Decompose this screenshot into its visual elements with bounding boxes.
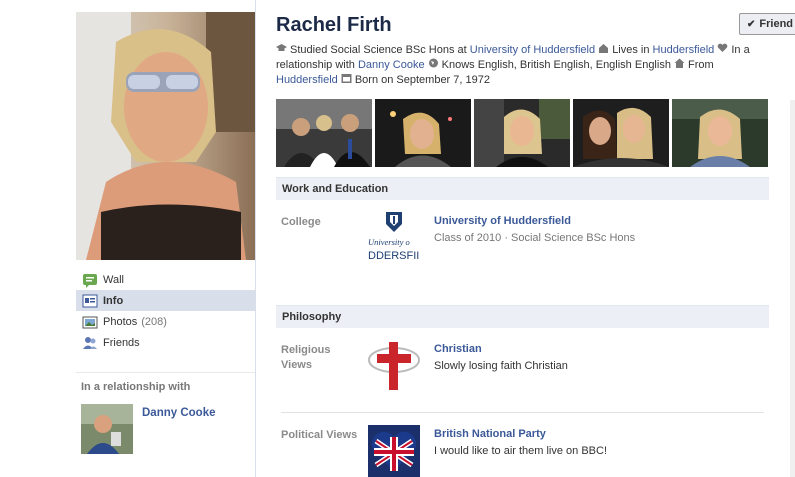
home-icon: [674, 58, 685, 68]
nav-info[interactable]: Info: [76, 290, 256, 311]
strip-photo[interactable]: [276, 99, 372, 167]
graduation-cap-icon: [276, 43, 287, 53]
bio-languages: Knows English, British English, English …: [441, 59, 671, 71]
religious-views-label: Religious Views: [281, 344, 331, 371]
union-jack-heart-image[interactable]: [368, 425, 420, 477]
calendar-icon: [341, 73, 352, 83]
college-detail: Class of 2010 · Social Science BSc Hons: [434, 232, 636, 244]
bio-studied: Studied Social Science BSc Hons at: [290, 44, 467, 56]
nav-info-label: Info: [103, 294, 124, 307]
house-icon: [598, 43, 609, 53]
logo-text-line1: University o: [368, 237, 410, 247]
college-label: College: [281, 216, 321, 228]
nav-friends[interactable]: Friends: [76, 332, 256, 353]
partner-bio-link[interactable]: Danny Cooke: [358, 59, 425, 71]
school-link[interactable]: University of Huddersfield: [470, 44, 595, 56]
university-logo[interactable]: University o DDERSFII: [368, 210, 420, 262]
strip-photo[interactable]: [375, 99, 471, 167]
strip-photo[interactable]: [573, 99, 669, 167]
religion-detail: Slowly losing faith Christian: [434, 360, 568, 372]
nav-friends-label: Friends: [103, 336, 140, 349]
info-icon: [82, 293, 98, 309]
bio-from: From: [688, 59, 714, 71]
right-edge-panel: [790, 100, 795, 477]
lives-city-link[interactable]: Huddersfield: [653, 44, 715, 56]
wall-icon: [82, 272, 98, 288]
column-divider: [255, 0, 256, 477]
divider: [281, 412, 764, 413]
political-party-link[interactable]: British National Party: [434, 428, 546, 440]
nav-photos-count: (208): [141, 315, 167, 328]
profile-photo[interactable]: [76, 12, 256, 260]
checkmark-icon: ✔: [747, 18, 756, 30]
political-views-label: Political Views: [281, 429, 358, 441]
friends-icon: [82, 335, 98, 351]
bio-summary: Studied Social Science BSc Hons at Unive…: [276, 43, 754, 88]
heart-icon: [717, 43, 728, 53]
religion-link[interactable]: Christian: [434, 343, 482, 355]
philosophy-header: Philosophy: [276, 305, 769, 328]
profile-name: Rachel Firth: [276, 14, 392, 36]
christian-cross-image[interactable]: [368, 340, 420, 392]
divider: [76, 372, 256, 373]
friend-button-label: Friend: [759, 18, 794, 30]
strip-photo[interactable]: [672, 99, 768, 167]
nav-wall[interactable]: Wall: [76, 269, 256, 290]
college-link[interactable]: University of Huddersfield: [434, 215, 571, 227]
photo-strip: [276, 99, 768, 167]
partner-avatar[interactable]: [81, 404, 133, 454]
nav-photos-label: Photos: [103, 315, 138, 328]
partner-link[interactable]: Danny Cooke: [142, 407, 216, 419]
from-city-link[interactable]: Huddersfield: [276, 74, 338, 86]
relationship-heading: In a relationship with: [81, 381, 191, 393]
friend-button[interactable]: ✔ Friend: [739, 13, 795, 35]
bio-lives: Lives in: [612, 44, 650, 56]
work-education-header: Work and Education: [276, 177, 769, 200]
bio-born: Born on September 7, 1972: [354, 74, 490, 86]
strip-photo[interactable]: [474, 99, 570, 167]
logo-text-line2: DDERSFII: [368, 250, 419, 262]
political-detail: I would like to air them live on BBC!: [434, 445, 608, 457]
left-column: Wall Info Photos (208) Friends In a rela…: [76, 0, 256, 477]
globe-icon: [428, 58, 439, 68]
nav-photos[interactable]: Photos (208): [76, 311, 256, 332]
photos-icon: [82, 314, 98, 330]
nav-wall-label: Wall: [103, 273, 124, 286]
